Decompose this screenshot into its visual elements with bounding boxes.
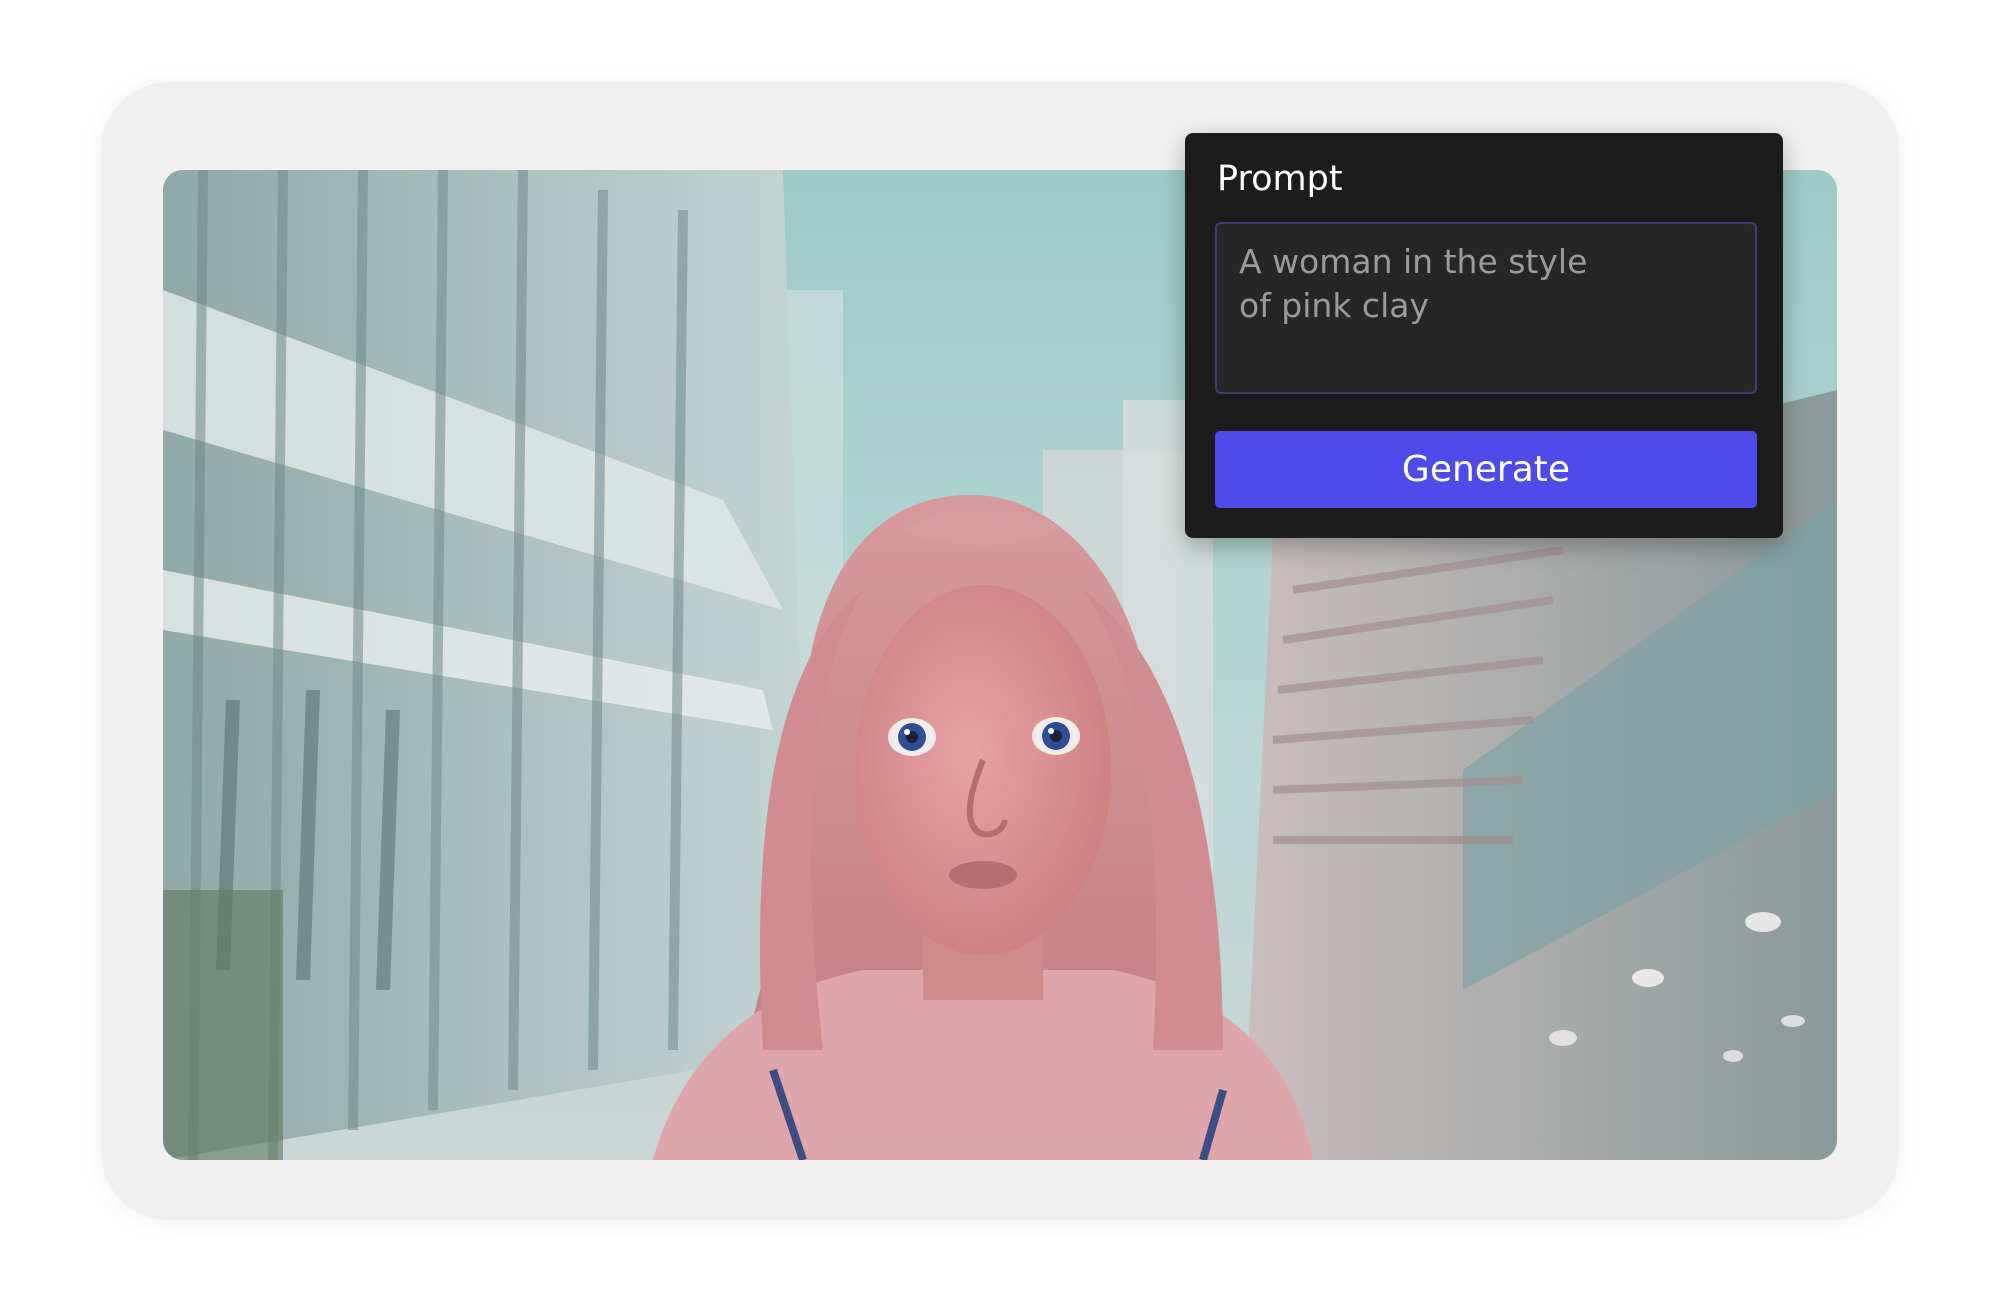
prompt-input[interactable]: A woman in the style of pink clay <box>1215 222 1757 394</box>
prompt-panel: Prompt A woman in the style of pink clay… <box>1185 133 1783 538</box>
prompt-title: Prompt <box>1217 159 1343 199</box>
generate-button[interactable]: Generate <box>1215 431 1757 508</box>
